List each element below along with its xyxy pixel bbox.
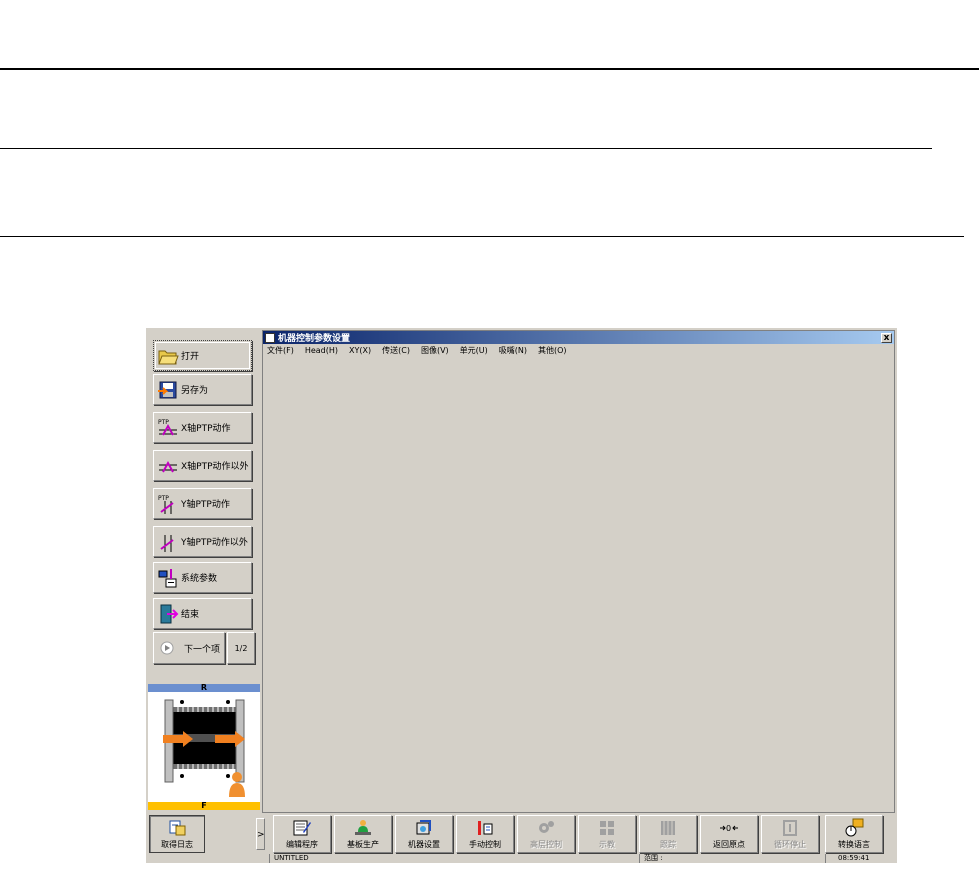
open-button[interactable]: 打开 (153, 340, 252, 371)
x-axis-ptp-button[interactable]: PTP X轴PTP动作 (153, 412, 252, 443)
board-production-button[interactable]: 基板生产 (334, 815, 392, 853)
status-range: 范围 : (639, 854, 825, 863)
gears-icon (539, 821, 554, 833)
window-title: 机器控制参数设置 (278, 334, 351, 344)
exit-door-icon (160, 604, 179, 623)
y-axis-non-ptp-icon (160, 534, 174, 552)
board-production-icon (355, 820, 371, 835)
page-indicator-label: 1/2 (234, 643, 248, 653)
window-icon (265, 332, 275, 343)
save-as-button[interactable]: 另存为 (153, 374, 252, 405)
get-log-label: 取得日志 (161, 840, 193, 849)
expand-toolbar-button[interactable]: > (256, 818, 265, 850)
next-item-button[interactable]: 下一个项 (153, 632, 225, 664)
edit-program-icon (293, 820, 311, 836)
save-disk-icon (158, 381, 177, 398)
save-as-label: 另存为 (181, 386, 209, 396)
menu-image[interactable]: 图像(V) (421, 345, 449, 356)
menu-unit[interactable]: 单元(U) (460, 345, 488, 356)
y-axis-ptp-label: Y轴PTP动作 (181, 500, 230, 510)
cycle-stop-button[interactable]: 循环停止 (761, 815, 819, 853)
open-label: 打开 (181, 352, 200, 362)
front-label: F (148, 802, 260, 810)
edit-program-label: 编辑程序 (286, 840, 318, 849)
application-window: 打开 另存为 PTP X轴PTP动作 X轴PTP动作以外 PTP Y轴PTP动作… (146, 328, 897, 863)
y-axis-ptp-button[interactable]: PTP Y轴PTP动作 (153, 488, 252, 519)
manual-control-button[interactable]: 手动控制 (456, 815, 514, 853)
return-origin-icon: 0 (720, 824, 738, 833)
trace-label: 跟踪 (660, 840, 676, 849)
x-axis-non-ptp-icon (159, 460, 177, 472)
x-axis-ptp-label: X轴PTP动作 (181, 424, 231, 434)
return-origin-button[interactable]: 0 返回原点 (700, 815, 758, 853)
switch-language-icon (845, 818, 864, 837)
next-item-label: 下一个项 (184, 644, 221, 655)
system-params-button[interactable]: 系统参数 (153, 562, 252, 593)
advanced-control-button[interactable]: 高层控制 (517, 815, 575, 853)
y-axis-non-ptp-button[interactable]: Y轴PTP动作以外 (153, 526, 252, 557)
top-rule-3 (0, 236, 964, 237)
status-filename: UNTITLED (269, 854, 639, 863)
cycle-stop-label: 循环停止 (774, 840, 806, 849)
machine-settings-icon (416, 820, 431, 835)
menu-head[interactable]: Head(H) (305, 346, 338, 355)
advanced-control-label: 高层控制 (530, 840, 562, 849)
switch-language-label: 转换语言 (838, 840, 870, 849)
menu-file[interactable]: 文件(F) (267, 345, 294, 356)
page-indicator[interactable]: 1/2 (227, 632, 255, 664)
menu-xy[interactable]: XY(X) (349, 346, 371, 355)
play-circle-icon (160, 641, 174, 655)
manual-control-icon (478, 821, 493, 835)
x-axis-ptp-icon: PTP (158, 419, 177, 435)
get-log-button[interactable]: 取得日志 (149, 815, 205, 853)
machine-settings-button[interactable]: 机器设置 (395, 815, 453, 853)
svg-text:PTP: PTP (158, 495, 169, 502)
rear-label: R (148, 684, 260, 692)
status-time: 08:59:41 (825, 854, 897, 863)
menu-bar: 文件(F) Head(H) XY(X) 传送(C) 图像(V) 单元(U) 吸嘴… (263, 344, 894, 356)
x-axis-non-ptp-button[interactable]: X轴PTP动作以外 (153, 450, 252, 481)
y-axis-ptp-icon: PTP (158, 495, 174, 514)
top-rule-1 (0, 68, 979, 70)
machine-diagram: R F (148, 684, 260, 810)
switch-language-button[interactable]: 转换语言 (825, 815, 883, 853)
board-production-label: 基板生产 (347, 840, 379, 849)
teach-icon (600, 821, 614, 835)
machine-control-window: 机器控制参数设置 x 文件(F) Head(H) XY(X) 传送(C) 图像(… (262, 330, 895, 813)
trace-button[interactable]: 跟踪 (639, 815, 697, 853)
log-icon (169, 820, 186, 836)
y-axis-non-ptp-label: Y轴PTP动作以外 (181, 538, 248, 548)
svg-text:0: 0 (726, 824, 731, 833)
menu-nozzle[interactable]: 吸嘴(N) (499, 345, 527, 356)
menu-conveyor[interactable]: 传送(C) (382, 345, 410, 356)
exit-label: 结束 (181, 610, 200, 620)
edit-program-button[interactable]: 编辑程序 (273, 815, 331, 853)
teach-button[interactable]: 示教 (578, 815, 636, 853)
teach-label: 示教 (599, 840, 615, 849)
trace-icon (661, 821, 675, 835)
machine-settings-label: 机器设置 (408, 840, 440, 849)
conveyor-board-icon (163, 699, 245, 797)
window-titlebar[interactable]: 机器控制参数设置 x (263, 331, 894, 344)
exit-button[interactable]: 结束 (153, 598, 252, 629)
bottom-toolbar: 取得日志 > 编辑程序 基板生产 机器设置 手动控制 高层控制 示教 跟踪 0 … (146, 814, 897, 854)
cycle-stop-icon (783, 820, 797, 836)
x-axis-non-ptp-label: X轴PTP动作以外 (181, 462, 249, 472)
menu-other[interactable]: 其他(O) (538, 345, 567, 356)
manual-control-label: 手动控制 (469, 840, 501, 849)
return-origin-label: 返回原点 (713, 840, 745, 849)
status-bar: UNTITLED 范围 : 08:59:41 (146, 854, 897, 863)
system-params-label: 系统参数 (181, 574, 218, 584)
top-rule-2 (0, 148, 932, 149)
close-button[interactable]: x (881, 332, 892, 343)
folder-open-icon (158, 350, 179, 364)
system-params-icon (158, 568, 177, 587)
